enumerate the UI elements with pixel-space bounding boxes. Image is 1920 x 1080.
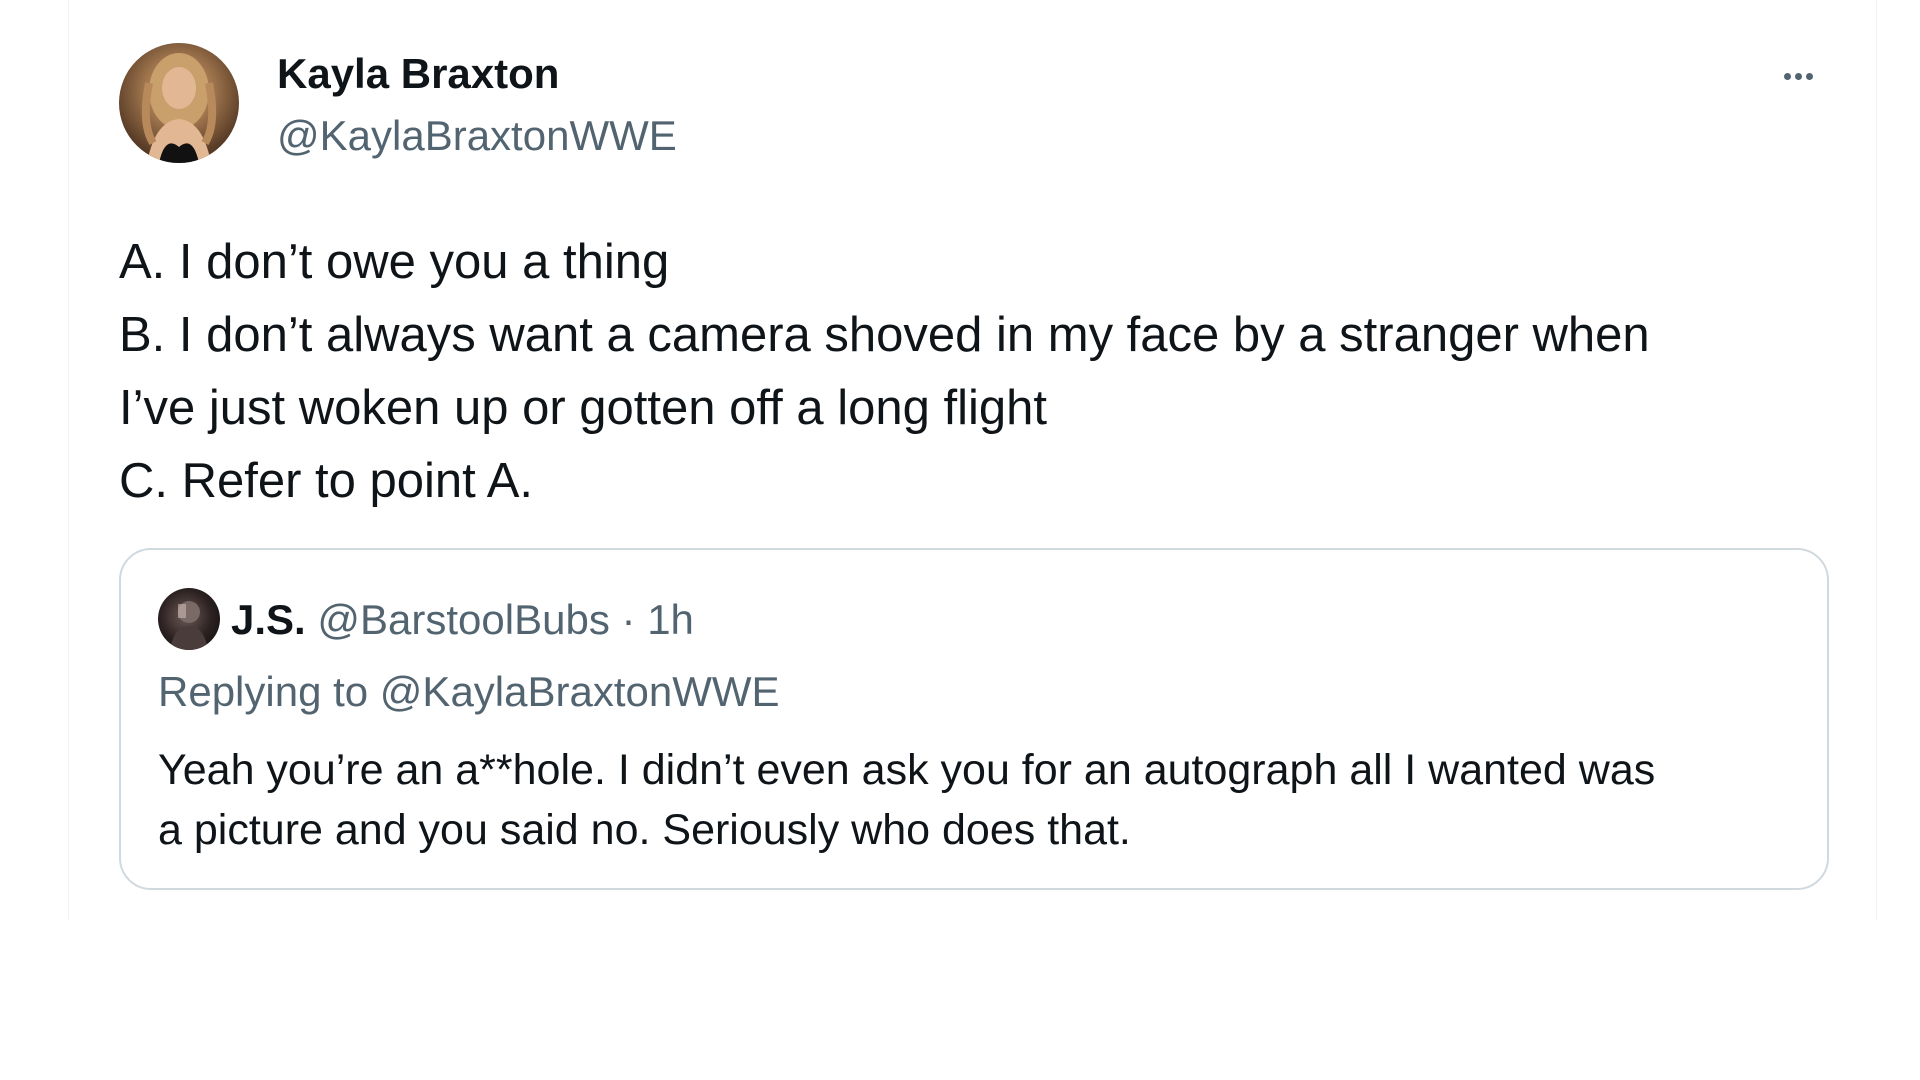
quoted-author-name: J.S.	[231, 596, 306, 643]
tweet-text-line: B. I don’t always want a camera shoved i…	[119, 308, 1650, 362]
dot-icon	[1805, 72, 1813, 80]
quoted-author-handle: @BarstoolBubs	[317, 596, 610, 643]
more-options-icon[interactable]	[1772, 56, 1824, 96]
quoted-author-avatar	[158, 588, 220, 650]
dot-icon	[1783, 72, 1791, 80]
author-name[interactable]: Kayla Braxton	[277, 48, 559, 100]
separator-dot: ·	[621, 596, 636, 643]
author-handle[interactable]: @KaylaBraxtonWWE	[277, 110, 677, 162]
tweet-card: Kayla Braxton @KaylaBraxtonWWE A. I don’…	[68, 0, 1877, 920]
quoted-timestamp: 1h	[647, 596, 694, 643]
profile-photo-icon	[170, 601, 208, 650]
tweet-text-line: C. Refer to point A.	[119, 454, 533, 508]
profile-photo-icon	[141, 53, 217, 163]
tweet-text: A. I don’t owe you a thing B. I don’t al…	[119, 226, 1839, 518]
replying-to-label: Replying to @KaylaBraxtonWWE	[158, 668, 780, 715]
tweet-text-line: I’ve just woken up or gotten off a long …	[119, 381, 1047, 435]
quoted-header: J.S. @BarstoolBubs · 1h	[231, 594, 694, 646]
quoted-text-line: Yeah you’re an a**hole. I didn’t even as…	[158, 746, 1656, 794]
tweet-text-line: A. I don’t owe you a thing	[119, 235, 670, 289]
author-avatar[interactable]	[119, 43, 239, 163]
quoted-tweet[interactable]: J.S. @BarstoolBubs · 1h Replying to @Kay…	[119, 548, 1829, 890]
quoted-text-line: a picture and you said no. Seriously who…	[158, 806, 1131, 854]
dot-icon	[1794, 72, 1802, 80]
quoted-text: Yeah you’re an a**hole. I didn’t even as…	[158, 740, 1798, 860]
